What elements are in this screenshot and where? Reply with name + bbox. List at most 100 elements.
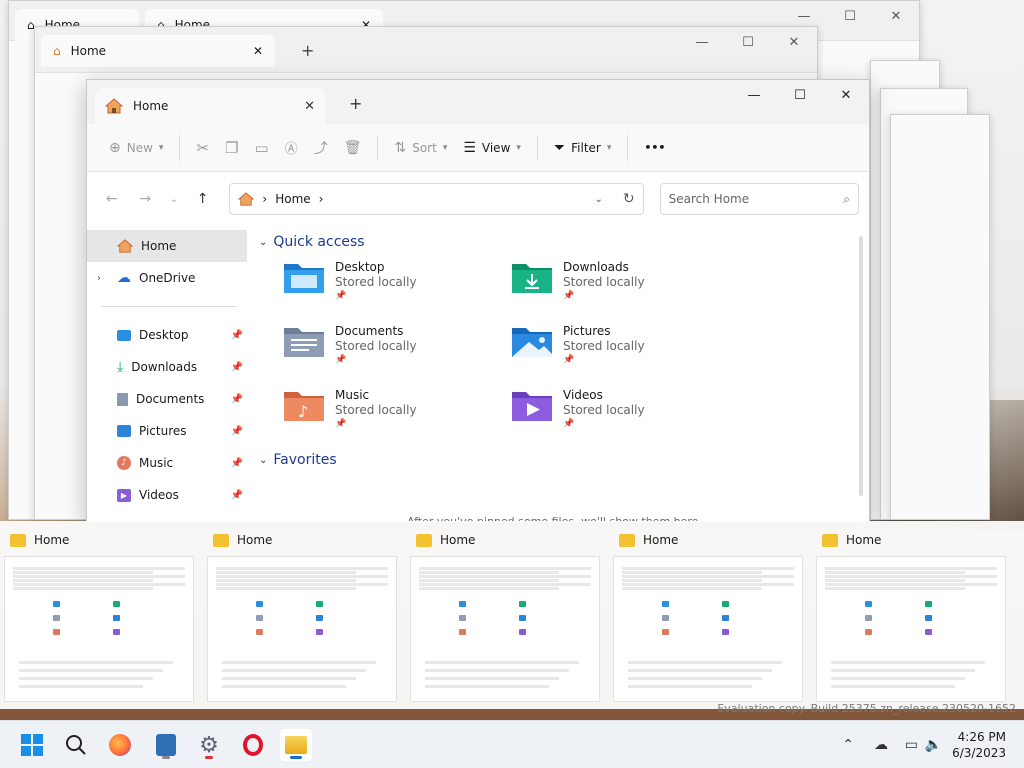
preview-line [419,583,591,586]
nav-item-documents[interactable]: Documents 📌 [87,383,247,415]
bg-tab[interactable]: ⌂ Home ✕ [41,35,275,67]
quick-access-item[interactable]: Pictures Stored locally 📌 [511,324,739,374]
search-box[interactable]: Search Home ⌕ [659,183,859,215]
delete-button[interactable]: 🗑 [336,131,370,165]
preview-line [628,661,782,664]
paste-button[interactable]: ▭ [246,131,276,165]
chevron-up-icon: ⌃ [842,737,854,753]
file-explorer-window[interactable]: Home ✕ + — ☐ ✕ ⊕ New ▾ ✂ ❐ ▭ Ⓐ ⤴ 🗑 ⇅ Sor… [86,79,870,523]
app-icon [156,734,176,756]
address-dropdown-icon[interactable]: ⌄ [595,194,603,205]
preview-line [622,575,794,578]
breadcrumb-separator[interactable]: › [319,192,324,206]
firefox-button[interactable] [104,729,136,761]
preview-line [222,685,346,688]
quick-access-header[interactable]: ⌄ Quick access [259,234,857,250]
nav-desktop-label: Desktop [139,328,189,342]
new-button[interactable]: ⊕ New ▾ [101,131,171,165]
network-status[interactable]: ☁ [874,721,888,768]
device-button[interactable]: ▭ [905,721,918,768]
quick-access-item[interactable]: Desktop Stored locally 📌 [283,260,511,310]
close-icon[interactable]: ✕ [253,44,263,58]
nav-item-videos[interactable]: ▶ Videos 📌 [87,479,247,511]
quick-access-item[interactable]: Documents Stored locally 📌 [283,324,511,374]
opera-button[interactable] [237,729,269,761]
preview-line [622,583,794,586]
app-button[interactable] [150,729,182,761]
back-button[interactable]: ← [97,184,127,214]
preview-line [628,685,752,688]
title-bar[interactable]: Home ✕ + — ☐ ✕ [87,80,869,124]
forward-button[interactable]: → [131,184,161,214]
address-row: ← → ⌄ ↑ › Home › ⌄ ↻ Search Home ⌕ [87,172,869,226]
start-button[interactable] [16,729,48,761]
filter-button[interactable]: ⏷ Filter ▾ [546,131,619,165]
view-button[interactable]: ☰ View ▾ [455,131,529,165]
new-tab-button[interactable]: + [349,94,362,113]
maximize-icon[interactable]: ☐ [827,1,873,31]
preview-line [419,571,559,574]
breadcrumb-home[interactable]: Home [275,192,310,206]
task-thumbnail[interactable]: Home [4,529,194,705]
preview-line [831,685,955,688]
search-button[interactable] [60,729,92,761]
close-icon[interactable]: ✕ [873,1,919,31]
address-bar[interactable]: › Home › ⌄ ↻ [229,183,644,215]
clock[interactable]: 4:26 PM 6/3/2023 [952,729,1006,761]
quick-access-item[interactable]: Downloads Stored locally 📌 [511,260,739,310]
nav-item-desktop[interactable]: Desktop 📌 [87,319,247,351]
nav-item-pictures[interactable]: Pictures 📌 [87,415,247,447]
preview-line [19,669,163,672]
volume-button[interactable]: 🔈 [925,721,942,768]
preview-line [216,583,388,586]
pictures-folder-icon [512,328,552,357]
refresh-icon[interactable]: ↻ [623,191,635,207]
maximize-button[interactable]: ☐ [777,80,823,110]
rename-button[interactable]: Ⓐ [277,131,306,165]
recent-locations-button[interactable]: ⌄ [164,184,184,214]
up-button[interactable]: ↑ [188,184,218,214]
bg-tab-title: Home [70,44,107,58]
cut-button[interactable]: ✂ [188,131,217,165]
preview-line [622,579,762,582]
preview-line [216,575,388,578]
new-tab-icon[interactable]: + [301,41,314,60]
tab-home[interactable]: Home ✕ [95,88,325,124]
search-input[interactable]: Search Home [669,192,844,206]
chevron-right-icon[interactable]: › [97,273,101,284]
minimize-button[interactable]: — [731,80,777,110]
file-explorer-button[interactable] [280,729,312,761]
nav-item-music[interactable]: ♪ Music 📌 [87,447,247,479]
task-thumbnail[interactable]: Home [816,529,1006,705]
share-button[interactable]: ⤴ [306,131,336,165]
task-thumbnail[interactable]: Home [207,529,397,705]
preview-icon [662,601,669,607]
favorites-title: Favorites [273,452,337,468]
task-thumbnail[interactable]: Home [410,529,600,705]
scissors-icon: ✂ [196,138,210,157]
nav-item-home[interactable]: Home [87,230,247,262]
vertical-scrollbar[interactable] [859,236,863,496]
nav-item-downloads[interactable]: ⤓ Downloads 📌 [87,351,247,383]
close-tab-icon[interactable]: ✕ [304,99,315,114]
show-hidden-icons-button[interactable]: ⌃ [842,721,854,768]
close-icon[interactable]: ✕ [771,27,817,57]
close-window-button[interactable]: ✕ [823,80,869,110]
quick-access-item[interactable]: ♪ Music Stored locally 📌 [283,388,511,438]
preview-icon [925,601,932,607]
pin-icon: 📌 [230,393,243,405]
maximize-icon[interactable]: ☐ [725,27,771,57]
copy-button[interactable]: ❐ [217,131,246,165]
task-thumbnail[interactable]: Home [613,529,803,705]
preview-line [825,567,997,570]
background-window-4[interactable] [890,114,990,520]
preview-icon [53,615,60,621]
favorites-header[interactable]: ⌄ Favorites [259,452,857,468]
nav-item-onedrive[interactable]: › ☁ OneDrive [87,262,247,294]
home-icon [105,98,123,114]
more-options-button[interactable]: ••• [636,131,673,165]
minimize-icon[interactable]: — [679,27,725,57]
quick-access-item[interactable]: Videos Stored locally 📌 [511,388,739,438]
sort-button[interactable]: ⇅ Sort ▾ [386,131,455,165]
settings-button[interactable]: ⚙ [193,729,225,761]
